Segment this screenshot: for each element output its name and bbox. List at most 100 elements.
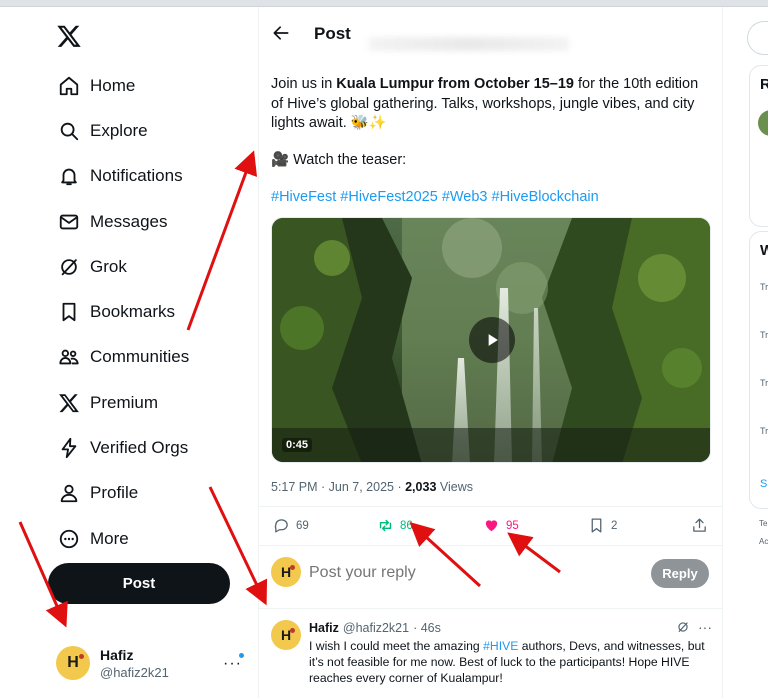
right-card-trends: W Tr Tr Tr Tr S <box>749 231 768 509</box>
nav-item-communities[interactable]: Communities <box>46 335 236 380</box>
nav-label-notifications: Notifications <box>90 166 183 186</box>
teaser-line: 🎥 Watch the teaser: <box>271 152 407 168</box>
reply-author-handle[interactable]: @hafiz2k21 <box>343 621 409 635</box>
trend-item[interactable]: Tr <box>760 378 768 388</box>
card-heading: R <box>760 76 768 93</box>
nav-item-premium[interactable]: Premium <box>46 380 236 425</box>
left-sidebar: Home Explore Notifications Messages Grok… <box>0 7 258 698</box>
primary-nav: Home Explore Notifications Messages Grok… <box>46 63 236 561</box>
repost-action[interactable]: 86 <box>377 517 413 534</box>
bookmark-count: 2 <box>611 519 618 532</box>
hashtag-link[interactable]: #HiveFest2025 <box>340 189 438 205</box>
video-player[interactable]: 0:45 <box>271 217 711 463</box>
blurred-content <box>369 37 569 51</box>
nav-item-notifications[interactable]: Notifications <box>46 154 236 199</box>
hashtag-link[interactable]: #Web3 <box>442 189 488 205</box>
grok-icon <box>46 256 90 278</box>
reply-input[interactable] <box>309 564 629 582</box>
post-timestamp[interactable]: 5:17 PM · Jun 7, 2025 · <box>271 480 405 494</box>
nav-item-grok[interactable]: Grok <box>46 244 236 289</box>
back-arrow-icon[interactable] <box>271 23 291 43</box>
nav-item-verified-orgs[interactable]: Verified Orgs <box>46 425 236 470</box>
like-count: 95 <box>506 519 519 532</box>
views-count: 2,033 <box>405 480 437 494</box>
reply-count: 69 <box>296 519 309 532</box>
repost-count: 86 <box>400 519 413 532</box>
nav-item-bookmarks[interactable]: Bookmarks <box>46 289 236 334</box>
bell-icon <box>46 165 90 187</box>
avatar: H <box>271 557 301 587</box>
card-heading: W <box>760 242 768 259</box>
post-text-part-1: Join us in <box>271 76 337 92</box>
nav-label-bookmarks: Bookmarks <box>90 302 176 322</box>
nav-item-home[interactable]: Home <box>46 63 236 108</box>
play-icon[interactable] <box>469 317 515 363</box>
hashtag-link[interactable]: #HiveFest <box>271 189 336 205</box>
trend-item[interactable]: Tr <box>760 330 768 340</box>
account-info: Hafiz @hafiz2k21 <box>100 647 169 680</box>
share-icon <box>693 518 706 532</box>
heart-icon <box>485 520 498 532</box>
more-circle-icon <box>46 528 90 550</box>
views-label: Views <box>436 480 473 494</box>
nav-label-premium: Premium <box>90 392 159 412</box>
avatar[interactable]: H <box>271 620 301 650</box>
account-name: Hafiz <box>100 646 134 663</box>
avatar: H <box>56 646 90 680</box>
reply-author-name[interactable]: Hafiz <box>309 621 339 635</box>
home-icon <box>46 75 90 97</box>
footer-link[interactable]: Ac <box>759 537 768 546</box>
show-more-link[interactable]: S <box>760 478 767 490</box>
nav-item-profile[interactable]: Profile <box>46 471 236 516</box>
post-text: Join us in Kuala Lumpur from October 15–… <box>271 75 711 134</box>
trend-item[interactable]: Tr <box>760 426 768 436</box>
reply-time[interactable]: · 46s <box>413 621 441 635</box>
right-card-premium: R <box>749 65 768 227</box>
more-dots-icon[interactable]: ··· <box>223 655 242 673</box>
x-logo-icon <box>46 392 90 414</box>
nav-item-more[interactable]: More <box>46 516 236 561</box>
reply-header: Hafiz @hafiz2k21 · 46s <box>309 621 441 635</box>
nav-label-explore: Explore <box>90 120 148 140</box>
hashtag-link[interactable]: #HIVE <box>483 639 518 653</box>
people-icon <box>46 346 90 368</box>
footer-link[interactable]: Te <box>759 519 767 528</box>
nav-label-messages: Messages <box>90 211 168 231</box>
bookmark-icon <box>46 301 90 323</box>
nav-label-grok: Grok <box>90 256 127 276</box>
nav-item-explore[interactable]: Explore <box>46 108 236 153</box>
post-header: Post <box>259 7 722 59</box>
search-icon <box>46 120 90 142</box>
reply-action[interactable]: 69 <box>273 517 309 534</box>
more-dots-icon[interactable]: ··· <box>698 619 712 635</box>
account-switcher[interactable]: H Hafiz @hafiz2k21 ··· <box>56 643 246 683</box>
post-button[interactable]: Post <box>48 563 230 604</box>
unread-dot <box>239 653 244 658</box>
reply-button[interactable]: Reply <box>651 559 709 588</box>
bookmark-action[interactable]: 2 <box>588 517 617 534</box>
post-metadata: 5:17 PM · Jun 7, 2025 · 2,033 Views <box>271 480 473 494</box>
x-logo-icon[interactable] <box>56 23 82 49</box>
grok-icon[interactable] <box>676 620 690 634</box>
person-icon <box>46 482 90 504</box>
like-action[interactable]: 95 <box>483 517 519 534</box>
envelope-icon <box>46 211 90 233</box>
search-input[interactable] <box>747 21 768 55</box>
hashtag-list: #HiveFest #HiveFest2025 #Web3 #HiveBlockcha… <box>271 189 603 205</box>
nav-item-messages[interactable]: Messages <box>46 199 236 244</box>
reply-text: I wish I could meet the amazing #HIVE au… <box>309 638 709 686</box>
reply-header-icons: ··· <box>676 619 712 635</box>
post-actions: 69 86 95 2 <box>259 506 722 546</box>
nav-label-home: Home <box>90 75 136 95</box>
hashtag-link[interactable]: #HiveBlockchain <box>492 189 599 205</box>
avatar[interactable] <box>758 110 768 136</box>
right-sidebar: R W Tr Tr Tr Tr S Te Ac <box>723 7 768 698</box>
video-duration: 0:45 <box>282 438 313 452</box>
reply-post[interactable]: H Hafiz @hafiz2k21 · 46s ··· I wish I co… <box>259 610 722 698</box>
share-action[interactable] <box>691 517 714 534</box>
nav-label-communities: Communities <box>90 347 190 367</box>
repost-icon <box>379 519 392 532</box>
reply-text-part-1: I wish I could meet the amazing <box>309 639 484 653</box>
bookmark-icon <box>591 518 602 533</box>
trend-item[interactable]: Tr <box>760 282 768 292</box>
